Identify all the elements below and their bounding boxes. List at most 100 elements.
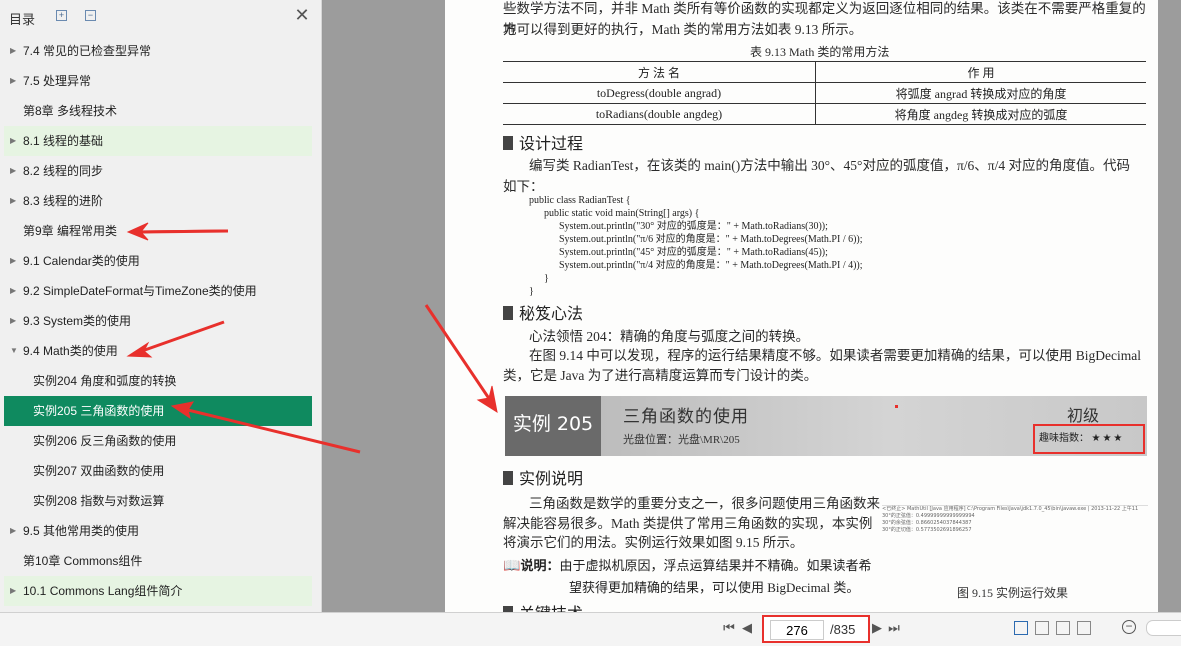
heading-text: 关键技术 <box>519 604 583 612</box>
caret-right-icon[interactable]: ▶ <box>10 576 16 606</box>
caret-right-icon[interactable]: ▶ <box>10 246 16 276</box>
toc-item[interactable]: 第8章 多线程技术 <box>4 96 312 126</box>
desc-text-3: 将演示它们的用法。实例运行效果如图 9.15 所示。 <box>503 535 804 550</box>
desc-text-1: 三角函数是数学的重要分支之一，很多问题使用三角函数来 <box>529 496 880 511</box>
single-page-view-icon[interactable] <box>1014 621 1028 635</box>
table-header-cell: 方 法 名 <box>503 61 816 83</box>
toc-item-label: 8.1 线程的基础 <box>23 134 104 148</box>
caret-down-icon[interactable]: ▼ <box>10 336 18 366</box>
caret-right-icon[interactable]: ▶ <box>10 186 16 216</box>
toc-item[interactable]: ▼ 9.4 Math类的使用 <box>4 336 312 366</box>
table-cell: 将角度 angdeg 转换成对应的弧度 <box>815 103 1146 125</box>
toc-item[interactable]: 实例207 双曲函数的使用 <box>4 456 312 486</box>
toc-item-label: 第9章 编程常用类 <box>23 224 118 238</box>
first-page-icon[interactable]: ⏮ <box>722 620 736 636</box>
caret-right-icon[interactable]: ▶ <box>10 126 16 156</box>
toc-item[interactable]: 实例208 指数与对数运算 <box>4 486 312 516</box>
caret-right-icon[interactable]: ▶ <box>10 516 16 546</box>
next-page-icon[interactable]: ▶ <box>870 620 884 636</box>
toc-item-label: 实例205 三角函数的使用 <box>33 404 165 418</box>
note-text-2: 望获得更加精确的结果，可以使用 BigDecimal 类。 <box>569 580 860 595</box>
toc-item-label: 9.3 System类的使用 <box>23 314 132 328</box>
caret-right-icon[interactable]: ▶ <box>10 36 16 66</box>
zoom-slider[interactable] <box>1146 620 1181 636</box>
banner-example-id: 实例 205 <box>512 413 594 435</box>
continuous-view-icon[interactable] <box>1056 621 1070 635</box>
fun-rating-box: 趣味指数： ★★★ <box>1033 424 1145 454</box>
two-page-view-icon[interactable] <box>1035 621 1049 635</box>
toc-item-label: 9.4 Math类的使用 <box>23 344 118 358</box>
toc-item[interactable]: ▶ 7.4 常见的已检查型异常 <box>4 36 312 66</box>
toc-item[interactable]: ▶ 8.3 线程的进阶 <box>4 186 312 216</box>
toc-item[interactable]: ▶ 9.3 System类的使用 <box>4 306 312 336</box>
toc-item-label: 实例207 双曲函数的使用 <box>33 464 165 478</box>
toc-item-label: 第10章 Commons组件 <box>23 554 143 568</box>
caret-right-icon[interactable]: ▶ <box>10 276 16 306</box>
console-line: <已终止> MathUtil [Java 应用程序] C:\Program Fi… <box>882 506 1139 512</box>
heading-marker <box>503 306 513 320</box>
section-heading-desc: 实例说明 <box>503 465 583 489</box>
toc-item-label: 9.1 Calendar类的使用 <box>23 254 140 268</box>
tips-text-2: 在图 9.14 中可以发现，程序的运行结果精度不够。如果读者需要更加精确的结果，… <box>529 348 1141 363</box>
desc-text-2: 解决能容易很多。Math 类提供了常用三角函数的实现，本实例 <box>503 516 873 531</box>
example-banner: 实例 205 三角函数的使用 光盘位置：光盘\MR\205 初级 趣味指数： ★… <box>505 396 1147 456</box>
console-line: 30°的正切值：0.5773502691896257 <box>882 527 972 533</box>
design-text-1: 编写类 RadianTest，在该类的 main()方法中输出 30°、45°对… <box>529 158 1130 173</box>
toc-item[interactable]: 实例204 角度和弧度的转换 <box>4 366 312 396</box>
expand-all-icon[interactable]: + <box>56 10 67 21</box>
toc-item[interactable]: 第9章 编程常用类 <box>4 216 312 246</box>
section-heading-design: 设计过程 <box>503 130 583 154</box>
toc-item[interactable]: ▶ 8.1 线程的基础 <box>4 126 312 156</box>
table-header-cell: 作 用 <box>815 61 1146 83</box>
section-heading-key: 关键技术 <box>503 600 583 612</box>
toc-item[interactable]: ▶ 7.5 处理异常 <box>4 66 312 96</box>
banner-location: 光盘位置：光盘\MR\205 <box>623 434 740 446</box>
heading-text: 秘笈心法 <box>519 304 584 323</box>
heading-text: 实例说明 <box>519 469 584 488</box>
toc-item[interactable]: ▶ 9.5 其他常用类的使用 <box>4 516 312 546</box>
toc-item[interactable]: ▶ 8.2 线程的同步 <box>4 156 312 186</box>
note-text-1: 由于虚拟机原因，浮点运算结果并不精确。如果读者希 <box>559 558 872 573</box>
note-label: 说明： <box>520 558 560 573</box>
caret-right-icon[interactable]: ▶ <box>10 306 16 336</box>
toc-item-label: 实例208 指数与对数运算 <box>33 494 165 508</box>
table-row: toDegress(double angrad) 将弧度 angrad 转换成对… <box>503 82 1146 104</box>
toc-item[interactable]: 实例205 三角函数的使用 <box>4 396 312 426</box>
toc-item-label: 实例206 反三角函数的使用 <box>33 434 177 448</box>
fun-rating-stars: ★★★ <box>1091 433 1125 444</box>
toc-item[interactable]: 第10章 Commons组件 <box>4 546 312 576</box>
toc-item-label: 10.1 Commons Lang组件简介 <box>23 584 183 598</box>
toc-item-label: 9.2 SimpleDateFormat与TimeZone类的使用 <box>23 284 257 298</box>
methods-table: 方 法 名 作 用 toDegress(double angrad) 将弧度 a… <box>503 61 1146 125</box>
toc-item-label: 实例204 角度和弧度的转换 <box>33 374 177 388</box>
toc-item[interactable]: ▶ 10.1 Commons Lang组件简介 <box>4 576 312 606</box>
sidebar-header: 目录 + − ✕ <box>0 0 322 34</box>
close-icon[interactable]: ✕ <box>293 6 311 24</box>
caret-right-icon[interactable]: ▶ <box>10 66 16 96</box>
zoom-out-icon[interactable]: − <box>1122 620 1136 634</box>
toc-sidebar: 目录 + − ✕ ▶ 7.4 常见的已检查型异常 ▶ 7.5 处理异常 第8章 多线程技… <box>0 0 322 646</box>
toc-item-label: 9.5 其他常用类的使用 <box>23 524 140 538</box>
toc-item-label: 8.2 线程的同步 <box>23 164 104 178</box>
continuous-two-page-view-icon[interactable] <box>1077 621 1091 635</box>
toc-item-label: 第8章 多线程技术 <box>23 104 118 118</box>
tips-text-1: 心法领悟 204：精确的角度与弧度之间的转换。 <box>529 329 810 344</box>
section-heading-tips: 秘笈心法 <box>503 300 583 324</box>
collapse-all-icon[interactable]: − <box>85 10 96 21</box>
page-number-input[interactable] <box>770 620 824 640</box>
prev-page-icon[interactable]: ◀ <box>740 620 754 636</box>
toc-item[interactable]: ▶ 9.1 Calendar类的使用 <box>4 246 312 276</box>
heading-text: 设计过程 <box>519 134 584 153</box>
banner-title: 三角函数的使用 <box>623 407 749 427</box>
toc-item-label: 7.5 处理异常 <box>23 74 92 88</box>
toc-item-label: 8.3 线程的进阶 <box>23 194 104 208</box>
toc-list: ▶ 7.4 常见的已检查型异常 ▶ 7.5 处理异常 第8章 多线程技术 ▶ 8.1 线程的… <box>4 36 312 636</box>
toc-item[interactable]: 实例206 反三角函数的使用 <box>4 426 312 456</box>
last-page-icon[interactable]: ⏭ <box>887 620 901 636</box>
page-total: /835 <box>830 622 856 637</box>
caret-right-icon[interactable]: ▶ <box>10 156 16 186</box>
table-caption: 表 9.13 Math 类的常用方法 <box>750 45 890 59</box>
table-row: toRadians(double angdeg) 将角度 angdeg 转换成对… <box>503 103 1146 125</box>
toc-item[interactable]: ▶ 9.2 SimpleDateFormat与TimeZone类的使用 <box>4 276 312 306</box>
console-line: 30°的正弦值：0.49999999999999994 <box>882 513 975 519</box>
